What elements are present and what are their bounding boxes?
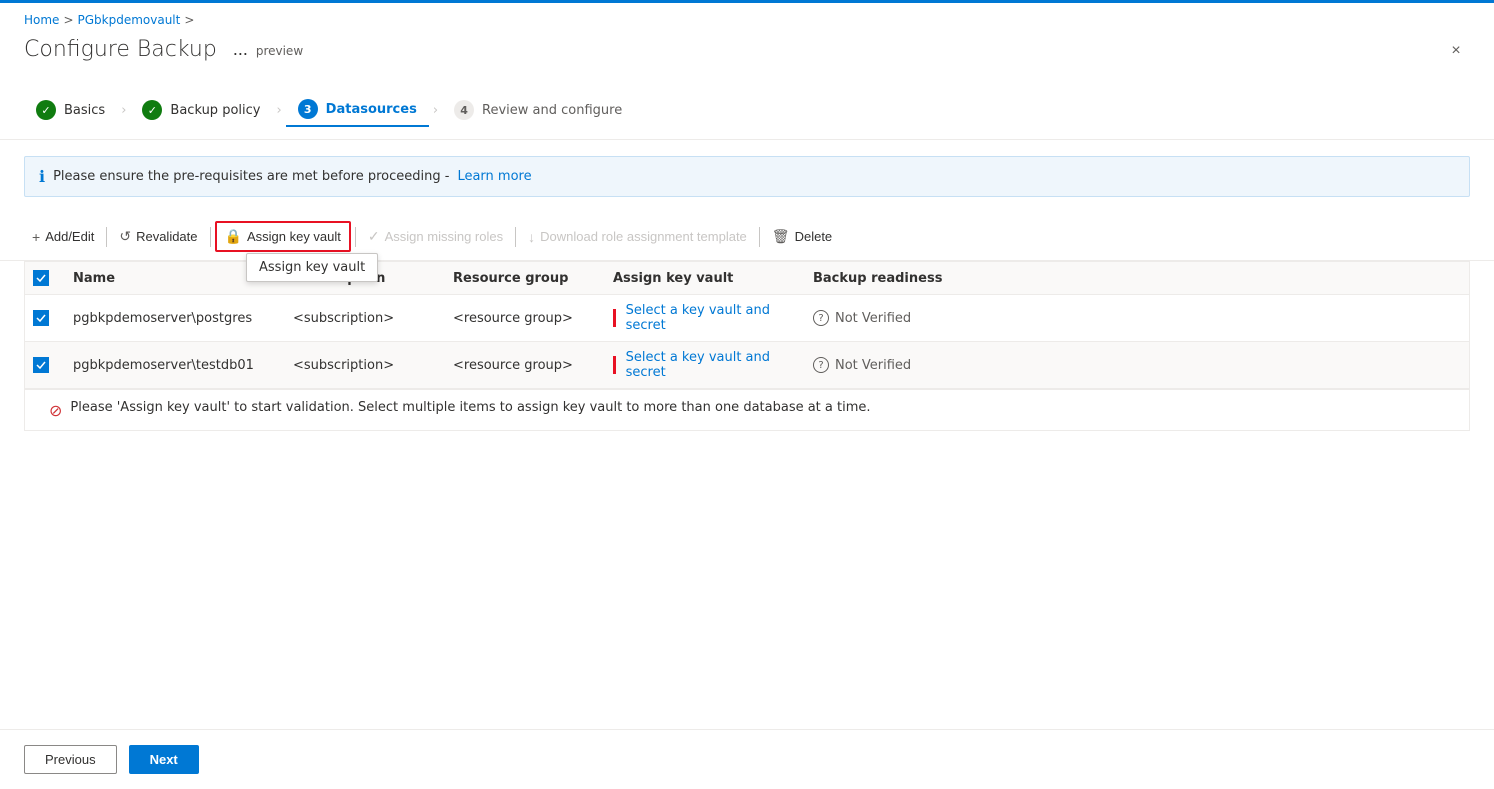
row2-checkbox-cell (25, 342, 61, 388)
row1-key-vault: Select a key vault and secret (601, 295, 801, 341)
toolbar-separator-4 (515, 227, 516, 247)
row2-name: pgbkpdemoserver\testdb01 (61, 342, 281, 388)
step-review-icon: 4 (454, 100, 474, 120)
step-datasources-icon: 3 (298, 99, 318, 119)
toolbar: + Add/Edit ↺ Revalidate 🔒 Assign key vau… (0, 213, 1494, 261)
breadcrumb-sep2: > (184, 13, 194, 27)
col-header-resource-group: Resource group (441, 262, 601, 294)
row1-help-icon: ? (813, 310, 829, 326)
breadcrumb-vault[interactable]: PGbkpdemovault (78, 13, 181, 27)
trash-icon: 🗑 (772, 228, 790, 245)
previous-button[interactable]: Previous (24, 745, 117, 774)
close-button[interactable]: × (1442, 37, 1470, 65)
table-row: pgbkpdemoserver\postgres <subscription> … (25, 295, 1469, 342)
check-icon: ✓ (368, 228, 380, 245)
error-icon: ⊘ (49, 401, 62, 420)
row1-key-vault-link[interactable]: Select a key vault and secret (613, 303, 789, 333)
download-template-button[interactable]: ↓ Download role assignment template (520, 224, 755, 250)
row1-resource-group: <resource group> (441, 295, 601, 341)
assign-key-vault-label: Assign key vault (247, 229, 341, 244)
revalidate-label: Revalidate (136, 229, 197, 244)
row1-name: pgbkpdemoserver\postgres (61, 295, 281, 341)
row1-checkbox[interactable] (33, 310, 49, 326)
toolbar-separator-3 (355, 227, 356, 247)
step-basics-icon: ✓ (36, 100, 56, 120)
col-header-assign-key-vault: Assign key vault (601, 262, 801, 294)
table-header: Name Subscription Resource group Assign … (25, 262, 1469, 295)
add-edit-label: Add/Edit (45, 229, 94, 244)
download-template-label: Download role assignment template (540, 229, 747, 244)
row1-checkbox-cell (25, 295, 61, 341)
add-edit-button[interactable]: + Add/Edit (24, 224, 102, 250)
page-subtitle: preview (256, 44, 303, 58)
step-review-label: Review and configure (482, 103, 622, 118)
lock-icon: 🔒 (225, 228, 242, 245)
step-basics-label: Basics (64, 103, 105, 118)
breadcrumb-home[interactable]: Home (24, 13, 59, 27)
assign-key-vault-tooltip: Assign key vault (246, 253, 378, 282)
row2-help-icon: ? (813, 357, 829, 373)
step-policy-label: Backup policy (170, 103, 260, 118)
page-title: Configure Backup (24, 37, 217, 62)
toolbar-separator-1 (106, 227, 107, 247)
data-table: Name Subscription Resource group Assign … (24, 261, 1470, 390)
wizard-steps: ✓ Basics › ✓ Backup policy › 3 Datasourc… (0, 81, 1494, 140)
step-datasources[interactable]: 3 Datasources (286, 93, 429, 127)
step-policy-icon: ✓ (142, 100, 162, 120)
row2-key-vault-link[interactable]: Select a key vault and secret (613, 350, 789, 380)
revalidate-button[interactable]: ↺ Revalidate (111, 223, 205, 250)
row2-backup-readiness: ? Not Verified (801, 342, 981, 388)
error-row: ⊘ Please 'Assign key vault' to start val… (24, 390, 1470, 431)
info-text: Please ensure the pre-requisites are met… (53, 169, 449, 184)
step-basics[interactable]: ✓ Basics (24, 94, 117, 126)
row2-resource-group: <resource group> (441, 342, 601, 388)
assign-key-vault-button[interactable]: 🔒 Assign key vault (215, 221, 351, 252)
ellipsis-button[interactable]: ... (225, 37, 256, 62)
step-backup-policy[interactable]: ✓ Backup policy (130, 94, 272, 126)
row2-checkbox[interactable] (33, 357, 49, 373)
step-review[interactable]: 4 Review and configure (442, 94, 634, 126)
row2-key-vault: Select a key vault and secret (601, 342, 801, 388)
breadcrumb-sep1: > (63, 13, 73, 27)
toolbar-separator-5 (759, 227, 760, 247)
revalidate-icon: ↺ (119, 228, 131, 245)
learn-more-link[interactable]: Learn more (457, 169, 531, 184)
info-icon: ℹ (39, 167, 45, 186)
step-datasources-label: Datasources (326, 102, 417, 117)
header-checkbox[interactable] (33, 270, 49, 286)
bottom-bar: Previous Next (0, 729, 1494, 789)
download-icon: ↓ (528, 229, 535, 245)
toolbar-separator-2 (210, 227, 211, 247)
info-banner: ℹ Please ensure the pre-requisites are m… (24, 156, 1470, 197)
row1-subscription: <subscription> (281, 295, 441, 341)
table-row: pgbkpdemoserver\testdb01 <subscription> … (25, 342, 1469, 389)
delete-label: Delete (795, 229, 833, 244)
row2-subscription: <subscription> (281, 342, 441, 388)
breadcrumb: Home > PGbkpdemovault > (0, 3, 1494, 31)
assign-missing-label: Assign missing roles (385, 229, 504, 244)
page-header: Configure Backup ... preview × (0, 31, 1494, 81)
col-header-backup-readiness: Backup readiness (801, 262, 981, 294)
next-button[interactable]: Next (129, 745, 199, 774)
header-checkbox-cell (25, 262, 61, 294)
row1-backup-readiness: ? Not Verified (801, 295, 981, 341)
error-message: Please 'Assign key vault' to start valid… (70, 400, 870, 415)
delete-button[interactable]: 🗑 Delete (764, 223, 840, 250)
assign-missing-roles-button[interactable]: ✓ Assign missing roles (360, 223, 511, 250)
plus-icon: + (32, 229, 40, 245)
